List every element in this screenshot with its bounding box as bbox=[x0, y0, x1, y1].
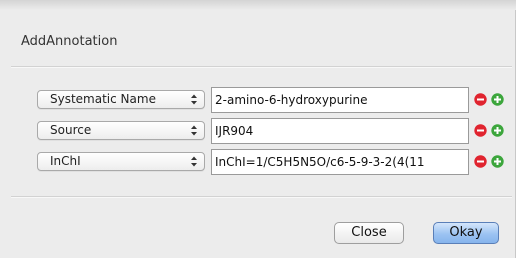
annotation-type-popup[interactable]: Systematic Name bbox=[37, 90, 205, 109]
annotation-row: InChI InChI=1/C5H5N5O/c6-5-9-3-2(4(11 bbox=[37, 149, 507, 175]
up-down-arrows-icon bbox=[191, 156, 197, 167]
dialog-title: AddAnnotation bbox=[21, 34, 118, 49]
annotation-row: Systematic Name 2-amino-6-hydroxypurine bbox=[37, 87, 507, 113]
annotation-type-label: Source bbox=[50, 123, 92, 137]
annotation-value-field[interactable]: IJR904 bbox=[211, 118, 469, 144]
up-down-arrows-icon bbox=[191, 125, 197, 136]
add-annotation-dialog: AddAnnotation Systematic Name 2-amino-6-… bbox=[0, 0, 516, 258]
window-top-edge bbox=[0, 0, 516, 10]
close-button[interactable]: Close bbox=[334, 222, 404, 244]
remove-row-icon[interactable] bbox=[474, 93, 487, 106]
annotation-value-text: IJR904 bbox=[215, 124, 254, 138]
annotation-row: Source IJR904 bbox=[37, 118, 507, 144]
remove-row-icon[interactable] bbox=[474, 124, 487, 137]
annotation-type-popup[interactable]: InChI bbox=[37, 152, 205, 171]
annotation-value-text: InChI=1/C5H5N5O/c6-5-9-3-2(4(11 bbox=[215, 155, 425, 169]
annotation-type-label: InChI bbox=[50, 154, 81, 168]
add-row-icon[interactable] bbox=[491, 93, 504, 106]
divider-top bbox=[11, 66, 512, 68]
annotation-value-text: 2-amino-6-hydroxypurine bbox=[215, 93, 368, 107]
add-row-icon[interactable] bbox=[491, 124, 504, 137]
add-row-icon[interactable] bbox=[491, 155, 504, 168]
divider-bottom bbox=[11, 196, 512, 198]
up-down-arrows-icon bbox=[191, 94, 197, 105]
okay-button[interactable]: Okay bbox=[433, 222, 499, 244]
annotation-value-field[interactable]: InChI=1/C5H5N5O/c6-5-9-3-2(4(11 bbox=[211, 149, 469, 175]
annotation-type-popup[interactable]: Source bbox=[37, 121, 205, 140]
remove-row-icon[interactable] bbox=[474, 155, 487, 168]
annotation-type-label: Systematic Name bbox=[50, 92, 156, 106]
annotation-value-field[interactable]: 2-amino-6-hydroxypurine bbox=[211, 87, 469, 113]
